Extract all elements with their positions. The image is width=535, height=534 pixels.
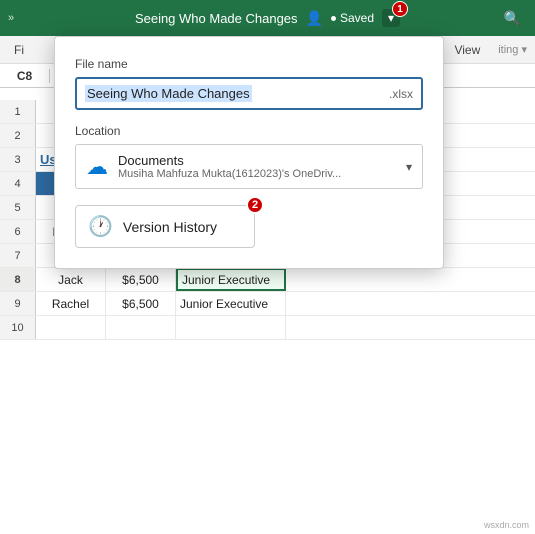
cell-salary-8[interactable]: $6,500 xyxy=(106,268,176,291)
badge-2: 2 xyxy=(246,196,264,214)
ribbon-tab-file[interactable]: Fi xyxy=(8,41,30,59)
badge-1: 1 xyxy=(392,1,408,17)
row-num-5: 5 xyxy=(0,196,36,219)
location-label: Location xyxy=(75,124,423,138)
table-row: 10 xyxy=(0,316,535,340)
watermark: wsxdn.com xyxy=(484,520,529,530)
filename-label: File name xyxy=(75,57,423,71)
cloud-icon: ☁ xyxy=(86,154,108,180)
title-bar-title: Seeing Who Made Changes xyxy=(135,11,298,26)
location-path: Musiha Mahfuza Mukta(1612023)'s OneDriv.… xyxy=(118,168,396,180)
cell-salary-9[interactable]: $6,500 xyxy=(106,292,176,315)
row-num-7: 7 xyxy=(0,244,36,267)
table-row: 9 Rachel $6,500 Junior Executive xyxy=(0,292,535,316)
cell-name-8[interactable]: Jack xyxy=(36,268,106,291)
row-num-2: 2 xyxy=(0,124,36,147)
location-box[interactable]: ☁ Documents Musiha Mahfuza Mukta(1612023… xyxy=(75,144,423,189)
title-bar: » Seeing Who Made Changes 👤 Saved ▾ 1 🔍 xyxy=(0,0,535,36)
version-history-icon: 🕐 xyxy=(88,214,113,239)
row-num-8: 8 xyxy=(0,268,36,291)
autosave-dropdown-button[interactable]: ▾ 1 xyxy=(382,9,400,27)
saved-status: Saved xyxy=(331,11,374,25)
cell-designation-8[interactable]: Junior Executive xyxy=(176,268,286,291)
file-extension: .xlsx xyxy=(389,87,413,101)
cell-c10[interactable] xyxy=(176,316,286,339)
people-icon: 👤 xyxy=(306,10,323,27)
row-num-9: 9 xyxy=(0,292,36,315)
cell-reference: C8 xyxy=(0,69,50,83)
chevron-down-icon: ▾ xyxy=(406,160,412,174)
cell-a10[interactable] xyxy=(36,316,106,339)
view-options: iting ▾ xyxy=(498,43,527,56)
title-bar-right-icons: 🔍 xyxy=(500,8,525,29)
version-history-button[interactable]: 🕐 Version History 2 xyxy=(75,205,255,248)
row-num-3: 3 xyxy=(0,148,36,171)
row-num-10: 10 xyxy=(0,316,36,339)
row-num-1: 1 xyxy=(0,100,36,123)
ribbon-tab-view[interactable]: View xyxy=(448,41,486,59)
filename-box[interactable]: Seeing Who Made Changes .xlsx xyxy=(75,77,423,110)
row-num-4: 4 xyxy=(0,172,36,195)
saved-text: Saved xyxy=(340,11,374,25)
save-popup: File name Seeing Who Made Changes .xlsx … xyxy=(54,36,444,269)
location-text: Documents Musiha Mahfuza Mukta(1612023)'… xyxy=(118,153,396,180)
version-history-label: Version History xyxy=(123,219,217,235)
cell-b10[interactable] xyxy=(106,316,176,339)
filename-text: Seeing Who Made Changes xyxy=(85,85,252,102)
row-num-6: 6 xyxy=(0,220,36,243)
dot-separator xyxy=(331,16,336,21)
cell-designation-9[interactable]: Junior Executive xyxy=(176,292,286,315)
location-name: Documents xyxy=(118,153,396,168)
title-bar-arrows: » xyxy=(8,12,14,24)
search-button[interactable]: 🔍 xyxy=(500,8,525,29)
table-row: 8 Jack $6,500 Junior Executive xyxy=(0,268,535,292)
cell-name-9[interactable]: Rachel xyxy=(36,292,106,315)
